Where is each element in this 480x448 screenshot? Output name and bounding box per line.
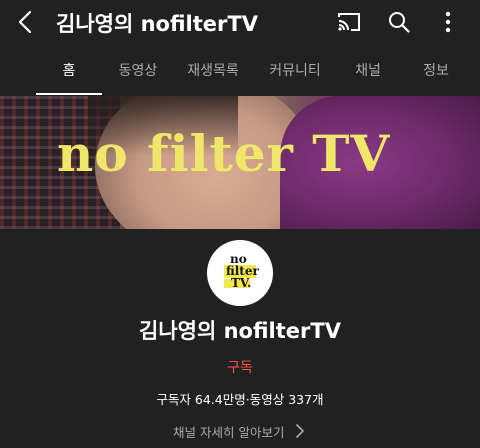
more-button[interactable] [436, 10, 460, 34]
search-icon [389, 12, 410, 33]
tab-playlists[interactable]: 재생목록 [180, 52, 246, 96]
tab-videos[interactable]: 동영상 [108, 52, 168, 96]
channel-avatar[interactable]: no filter TV. [207, 240, 273, 306]
channel-more-info-link[interactable]: 채널 자세히 알아보기 [173, 420, 305, 442]
banner-text: no filter TV [57, 124, 391, 183]
tab-community[interactable]: 커뮤니티 [260, 52, 330, 96]
channel-stats: 구독자 64.4만명·동영상 337개 [156, 392, 324, 407]
nofilter-logo: no filter TV. [224, 252, 259, 290]
subscribe-button[interactable]: 구독 [0, 357, 480, 377]
more-vertical-icon [445, 11, 451, 33]
chevron-right-icon [296, 424, 305, 438]
tab-about[interactable]: 정보 [416, 52, 456, 96]
channel-banner: no filter TV [0, 96, 480, 229]
channel-name: 김나영의 nofilterTV [139, 319, 341, 343]
tab-channels[interactable]: 채널 [348, 52, 388, 96]
app-bar: 김나영의 nofilterTV [0, 0, 480, 44]
search-button[interactable] [387, 10, 411, 34]
page-title: 김나영의 nofilterTV [56, 12, 258, 36]
cast-button[interactable] [337, 10, 361, 34]
channel-tabs: 홈 동영상 재생목록 커뮤니티 채널 정보 [0, 52, 480, 96]
active-tab-indicator [36, 93, 102, 95]
tab-home[interactable]: 홈 [36, 52, 102, 96]
channel-more-info-label: 채널 자세히 알아보기 [173, 424, 285, 440]
chevron-left-icon [18, 10, 32, 34]
back-button[interactable] [14, 10, 36, 34]
svg-text:TV.: TV. [231, 276, 251, 290]
cast-icon [338, 13, 360, 31]
